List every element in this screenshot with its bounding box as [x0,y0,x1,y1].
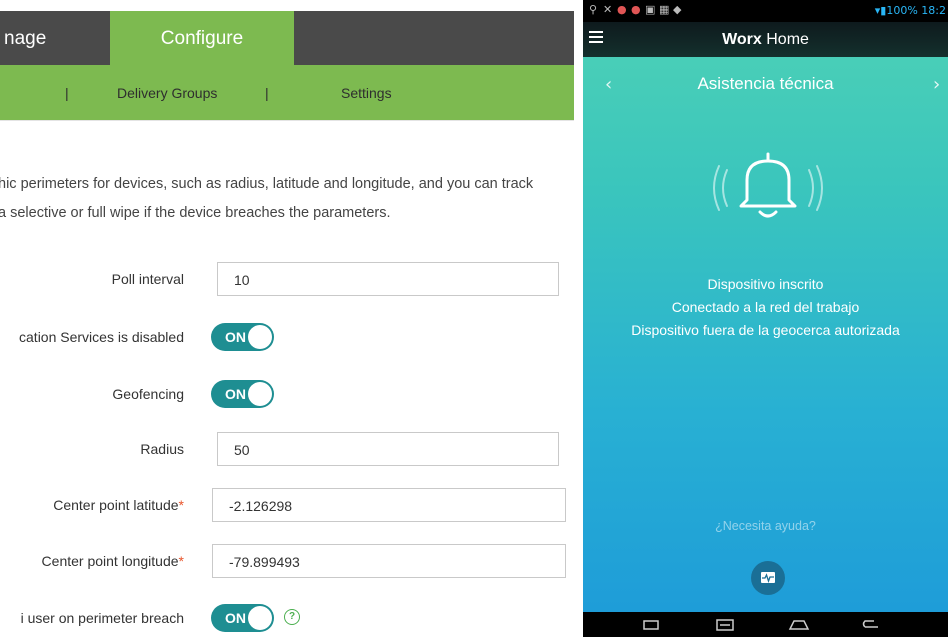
tab-configure[interactable]: Configure [110,11,294,65]
status-enrolled: Dispositivo inscrito [707,276,824,292]
required-marker: * [178,553,184,569]
geofencing-label: Geofencing [112,386,184,402]
description-line: hic perimeters for devices, such as radi… [0,176,534,192]
required-marker: * [178,497,184,513]
toggle-state-label: ON [225,610,246,626]
console-panel: nage Configure | Delivery Groups | Setti… [0,0,574,637]
poll-interval-input[interactable]: 10 [217,262,559,296]
game-icon: ◆ [673,3,682,16]
subnav-settings[interactable]: Settings [341,65,392,121]
location-services-label: cation Services is disabled [19,329,184,345]
bell-ringing-icon [713,152,823,218]
tab-manage[interactable]: nage [4,11,46,65]
usb-icon: ⚲ [589,3,598,16]
center-longitude-label: Center point longitude* [42,553,184,569]
status-network: Conectado a la red del trabajo [671,299,860,315]
center-latitude-label: Center point latitude* [53,497,184,513]
notification-icon: ✕ [603,3,613,16]
divider [0,120,574,121]
center-latitude-input[interactable]: -2.126298 [212,488,566,522]
device-screen: ⚲ ✕ ● ● ▣ ▦ ◆ ▾▮100% 18:2 Worx Home ‹ As… [583,0,948,637]
toggle-knob [248,382,272,406]
back-icon[interactable] [860,612,882,637]
diagnostics-icon [761,572,775,583]
subnav-separator: | [265,85,269,101]
perimeter-breach-label: i user on perimeter breach [20,610,184,626]
app-notification-icon: ● [617,3,627,16]
image-icon: ▣ [645,3,656,16]
app-icon: ▦ [659,3,670,16]
help-link[interactable]: ¿Necesita ayuda? [583,519,948,533]
next-page-chevron-icon[interactable]: › [933,74,940,95]
status-geofence: Dispositivo fuera de la geocerca autoriz… [631,322,900,338]
location-services-toggle[interactable]: ON [211,323,274,351]
help-icon[interactable]: ? [284,609,300,625]
home-icon[interactable] [787,612,811,637]
subnav-separator: | [65,85,69,101]
subnav-delivery-groups[interactable]: Delivery Groups [117,65,217,121]
perimeter-breach-toggle[interactable]: ON [211,604,274,632]
sub-navigation: | Delivery Groups | Settings [0,65,574,120]
recent-apps-icon[interactable] [641,612,661,637]
center-longitude-input[interactable]: -79.899493 [212,544,566,578]
toggle-knob [248,606,272,630]
description-line: a selective or full wipe if the device b… [0,205,391,221]
toggle-state-label: ON [225,386,246,402]
screen-title: Asistencia técnica [697,74,834,93]
radius-label: Radius [140,441,184,457]
label-text: Center point latitude [53,497,179,513]
battery-time-text: 100% 18:2 [886,4,946,17]
geofencing-toggle[interactable]: ON [211,380,274,408]
radius-input[interactable]: 50 [217,432,559,466]
diagnostics-button[interactable] [751,561,785,595]
app-title-bold: Worx [722,31,762,48]
screenshot-icon[interactable] [714,612,736,637]
app-notification-icon: ● [631,3,641,16]
top-navigation: nage Configure [0,11,574,65]
label-text: Center point longitude [41,553,179,569]
app-title: Worx Home [583,22,948,58]
toggle-knob [248,325,272,349]
poll-interval-label: Poll interval [111,271,184,287]
toggle-state-label: ON [225,329,246,345]
app-title-rest: Home [761,31,809,48]
battery-clock: ▾▮100% 18:2 [875,0,946,22]
app-bar: Worx Home [583,22,948,57]
android-status-bar: ⚲ ✕ ● ● ▣ ▦ ◆ ▾▮100% 18:2 [583,0,948,22]
android-navigation-bar [583,612,948,637]
